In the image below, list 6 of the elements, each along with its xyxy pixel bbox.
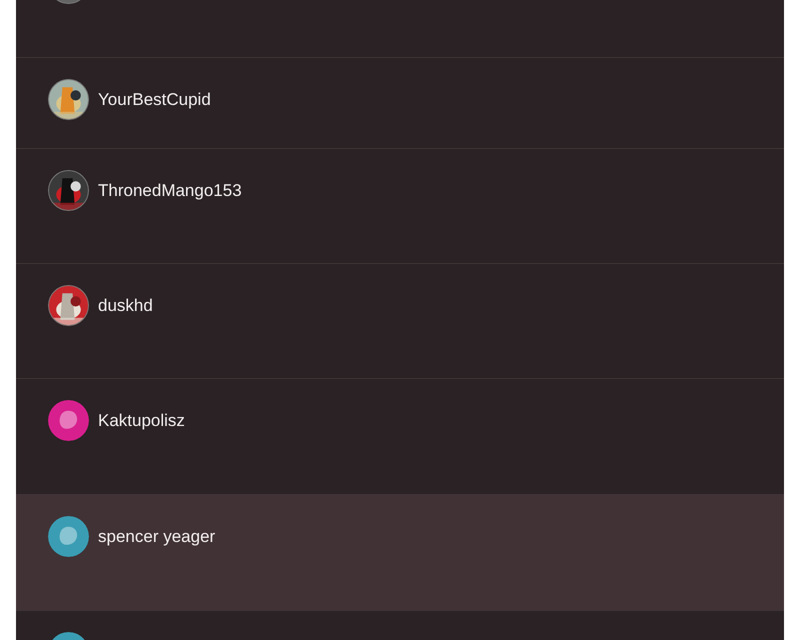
username: YourBestCupid: [98, 89, 211, 111]
username: duskhd: [98, 295, 153, 317]
username: spencer yeager: [98, 526, 216, 548]
username: Kaktupolisz: [98, 410, 185, 432]
account-row[interactable]: spencer yeager: [16, 495, 784, 611]
username: ThronedMango153: [98, 180, 242, 202]
